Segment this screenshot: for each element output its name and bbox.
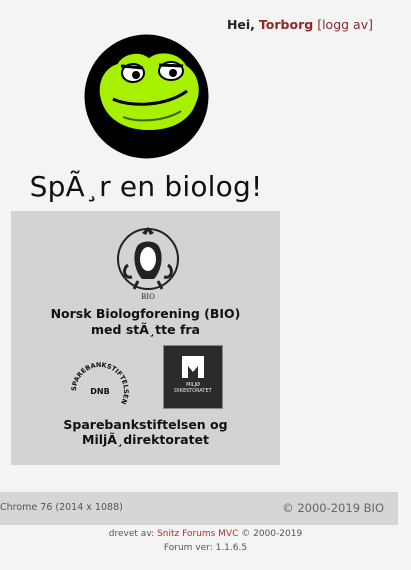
powered-prefix: drevet av: — [108, 529, 155, 539]
sponsor-panel: BIO Norsk Biologforening (BIO) med stÃ¸t… — [11, 211, 280, 465]
frog-logo[interactable] — [83, 33, 210, 160]
forum-version: Forum ver: 1.1.6.5 — [163, 543, 248, 553]
bio-caption: Norsk Biologforening (BIO) med stÃ¸tte f… — [11, 306, 280, 338]
dnb-center-text: DNB — [90, 387, 109, 396]
copyright: © 2000-2019 BIO — [282, 501, 384, 515]
powered-by: drevet av: Snitz Forums MVC © 2000-2019 — [0, 529, 411, 539]
greeting: Hei, — [226, 17, 255, 32]
logout-bracket-close: ] — [368, 17, 373, 32]
bio-support: med stÃ¸tte fra — [91, 322, 200, 337]
svg-text:SPAREBANKSTIFTELSEN: SPAREBANKSTIFTELSEN — [70, 361, 130, 406]
bio-name: Norsk Biologforening (BIO) — [50, 306, 241, 321]
powered-suffix: © 2000-2019 — [241, 529, 303, 539]
page-title: SpÃ¸r en biolog! — [29, 170, 263, 203]
miljo-mark-icon — [182, 356, 204, 378]
browser-info: Chrome 76 (2014 x 1088) — [0, 502, 123, 513]
logout-link[interactable]: logg av — [322, 17, 368, 32]
dnb-logo[interactable]: SPAREBANKSTIFTELSEN DNB — [65, 356, 135, 426]
dnb-ring-text: SPAREBANKSTIFTELSEN — [70, 361, 130, 406]
snitz-forums-link[interactable]: Snitz Forums MVC — [157, 529, 238, 539]
miljo-line2: DIREKTORATET — [174, 388, 212, 394]
bio-logo-text: BIO — [141, 293, 155, 301]
miljo-logo-text: MILJØ DIREKTORATET — [164, 382, 222, 394]
username-link[interactable]: Torborg — [259, 17, 313, 32]
bio-logo[interactable]: BIO — [114, 225, 182, 303]
sponsor-caption: Sparebankstiftelsen og MiljÃ¸direktorate… — [63, 417, 228, 447]
miljodirektoratet-logo[interactable]: MILJØ DIREKTORATET — [163, 345, 223, 409]
footer-bar: Chrome 76 (2014 x 1088) © 2000-2019 BIO — [0, 492, 398, 525]
user-bar: Hei, Torborg [logg av] — [227, 17, 373, 32]
